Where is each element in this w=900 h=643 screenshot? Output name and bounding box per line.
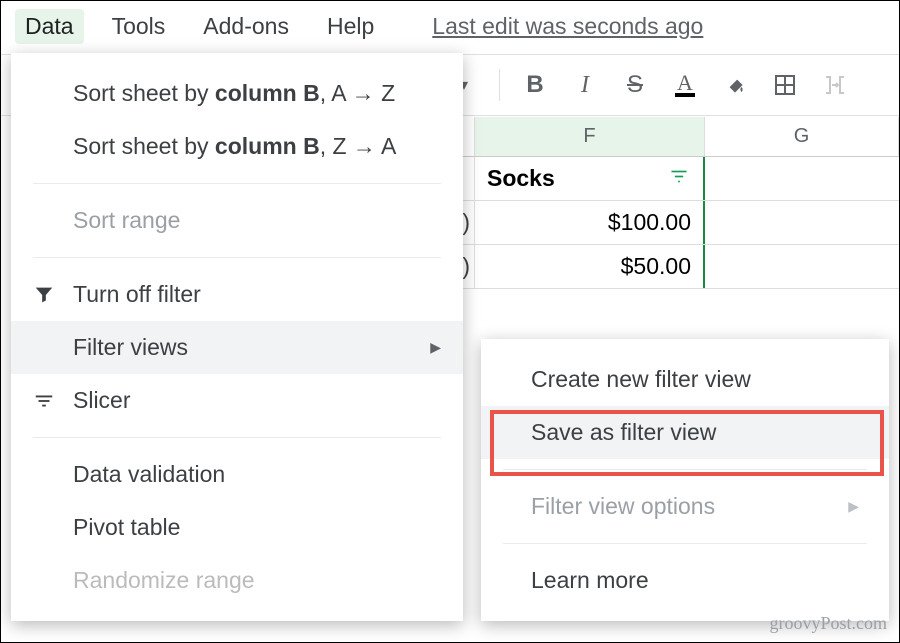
menu-label: Sort range [73,207,441,234]
table-row: ) $100.00 [441,201,899,245]
filter-views-submenu: Create new filter view Save as filter vi… [481,339,889,621]
watermark: groovyPost.com [769,613,887,634]
strikethrough-button[interactable]: S [612,65,658,105]
save-as-filter-view[interactable]: Save as filter view [481,406,889,459]
text-color-button[interactable]: A [662,65,708,105]
bold-button[interactable]: B [512,65,558,105]
menu-label: Pivot table [73,514,441,541]
filter-view-options: Filter view options ▶ [481,480,889,533]
menu-label: Sort sheet by column B, A → Z [73,80,441,107]
menu-bar: Data Tools Add-ons Help Last edit was se… [1,1,899,54]
spreadsheet-grid[interactable]: F G Socks ) $100.00 ) $50.00 [441,117,899,289]
menu-addons[interactable]: Add-ons [193,9,299,44]
menu-label: Filter views [73,334,430,361]
fill-color-button[interactable] [712,65,758,105]
menu-separator [503,543,867,544]
menu-label: Save as filter view [531,419,859,446]
text-color-icon: A [675,73,695,97]
randomize-range[interactable]: Randomize range [11,554,463,607]
cell-f[interactable]: $50.00 [475,245,705,288]
borders-button[interactable] [762,65,808,105]
menu-data[interactable]: Data [15,9,84,44]
merge-icon [823,73,847,97]
cell-g[interactable] [705,245,899,288]
slicer-icon [33,390,73,412]
column-header-g[interactable]: G [705,117,899,156]
cell-f-header[interactable]: Socks [475,157,705,200]
column-headers-row: F G [441,117,899,157]
menu-label: Sort sheet by column B, Z → A [73,133,441,160]
toolbar-separator [499,69,500,101]
funnel-icon [33,284,73,306]
menu-tools[interactable]: Tools [102,9,176,44]
sort-sheet-az[interactable]: Sort sheet by column B, A → Z [11,67,463,120]
last-edit-link[interactable]: Last edit was seconds ago [432,13,703,40]
filter-icon[interactable] [669,165,689,192]
paint-bucket-icon [722,72,748,98]
menu-separator [33,183,441,184]
cell-f[interactable]: $100.00 [475,201,705,244]
submenu-arrow-icon: ▶ [848,498,859,515]
header-text: Socks [487,165,555,191]
borders-icon [773,73,797,97]
cell-g[interactable] [705,201,899,244]
menu-label: Data validation [73,461,441,488]
data-validation[interactable]: Data validation [11,448,463,501]
menu-label: Turn off filter [73,281,441,308]
italic-button[interactable]: I [562,65,608,105]
cell-g-header[interactable] [705,157,899,200]
slicer[interactable]: Slicer [11,374,463,427]
menu-label: Learn more [531,567,859,594]
pivot-table[interactable]: Pivot table [11,501,463,554]
turn-off-filter[interactable]: Turn off filter [11,268,463,321]
menu-label: Filter view options [531,493,848,520]
header-row: Socks [441,157,899,201]
menu-separator [33,437,441,438]
menu-separator [33,257,441,258]
create-new-filter-view[interactable]: Create new filter view [481,353,889,406]
data-menu-dropdown: Sort sheet by column B, A → Z Sort sheet… [11,53,463,621]
merge-cells-button[interactable] [812,65,858,105]
menu-label: Create new filter view [531,366,859,393]
menu-separator [503,469,867,470]
filter-views[interactable]: Filter views ▶ [11,321,463,374]
sort-range: Sort range [11,194,463,247]
menu-label: Slicer [73,387,441,414]
sort-sheet-za[interactable]: Sort sheet by column B, Z → A [11,120,463,173]
submenu-arrow-icon: ▶ [430,339,441,356]
table-row: ) $50.00 [441,245,899,289]
menu-help[interactable]: Help [317,9,384,44]
column-header-f[interactable]: F [475,117,705,156]
menu-label: Randomize range [73,567,441,594]
learn-more[interactable]: Learn more [481,554,889,607]
